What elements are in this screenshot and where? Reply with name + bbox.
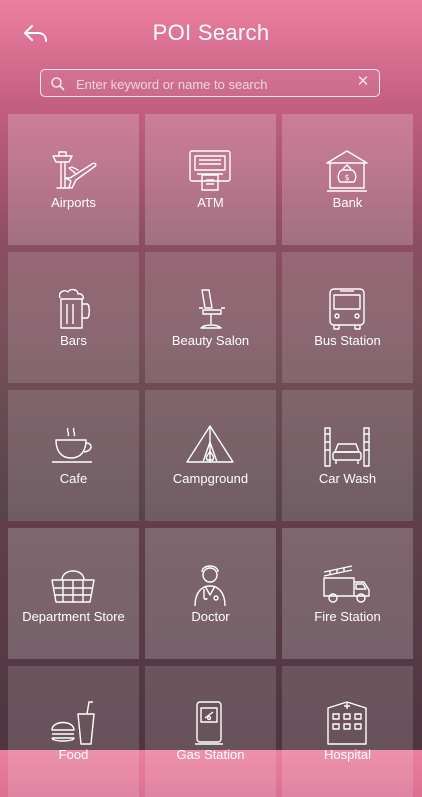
- category-label: ATM: [197, 195, 224, 210]
- category-label: Bars: [60, 333, 87, 348]
- category-label: Bus Station: [314, 333, 381, 348]
- category-label: Bank: [332, 195, 363, 210]
- coffee-cup-icon: [52, 427, 92, 463]
- beer-mug-icon: [58, 288, 90, 329]
- category-label: Campground: [172, 471, 249, 486]
- shopping-basket-icon: [51, 570, 95, 603]
- bus-icon: [329, 288, 365, 330]
- category-atm[interactable]: ATM: [145, 114, 276, 245]
- category-airports[interactable]: Airports: [8, 114, 139, 245]
- category-gas-station[interactable]: Gas Station: [145, 666, 276, 797]
- category-cafe[interactable]: Cafe: [8, 390, 139, 521]
- category-label: Fire Station: [314, 609, 381, 624]
- category-label: Hospital: [324, 747, 371, 762]
- category-food[interactable]: Food: [8, 666, 139, 797]
- food-icon: [51, 701, 95, 745]
- category-label: Cafe: [59, 471, 88, 486]
- category-label: Gas Station: [176, 747, 245, 762]
- category-hospital[interactable]: Hospital: [282, 666, 413, 797]
- category-label: Airports: [51, 195, 96, 210]
- category-label: Department Store: [22, 609, 125, 624]
- page-title: POI Search: [152, 20, 270, 45]
- category-label: Doctor: [191, 609, 230, 624]
- doctor-icon: [194, 565, 226, 607]
- search-input[interactable]: [74, 73, 348, 95]
- category-beauty-salon[interactable]: Beauty Salon: [145, 252, 276, 383]
- category-fire-station[interactable]: Fire Station: [282, 528, 413, 659]
- category-doctor[interactable]: Doctor: [145, 528, 276, 659]
- gas-pump-icon: [195, 701, 223, 745]
- category-bus-station[interactable]: Bus Station: [282, 252, 413, 383]
- hospital-icon: [327, 701, 367, 745]
- category-grid: Airports ATM $ Bank Bars Beauty Salon Bu…: [8, 114, 414, 797]
- search-bar: ✕: [40, 69, 380, 97]
- fire-truck-icon: [323, 565, 370, 603]
- svg-text:$: $: [344, 173, 349, 182]
- category-car-wash[interactable]: Car Wash: [282, 390, 413, 521]
- category-label: Food: [58, 747, 89, 762]
- airport-icon: [52, 151, 97, 189]
- category-bars[interactable]: Bars: [8, 252, 139, 383]
- header-bar: POI Search: [0, 0, 422, 66]
- bank-icon: $: [326, 150, 368, 192]
- salon-chair-icon: [199, 289, 225, 329]
- category-campground[interactable]: Campground: [145, 390, 276, 521]
- category-bank[interactable]: $ Bank: [282, 114, 413, 245]
- category-label: Beauty Salon: [171, 333, 250, 348]
- car-wash-icon: [324, 427, 370, 467]
- category-label: Car Wash: [318, 471, 377, 486]
- clear-icon[interactable]: ✕: [356, 74, 370, 89]
- atm-icon: [189, 150, 231, 191]
- search-icon: [51, 77, 65, 91]
- category-department-store[interactable]: Department Store: [8, 528, 139, 659]
- tent-icon: [186, 425, 234, 463]
